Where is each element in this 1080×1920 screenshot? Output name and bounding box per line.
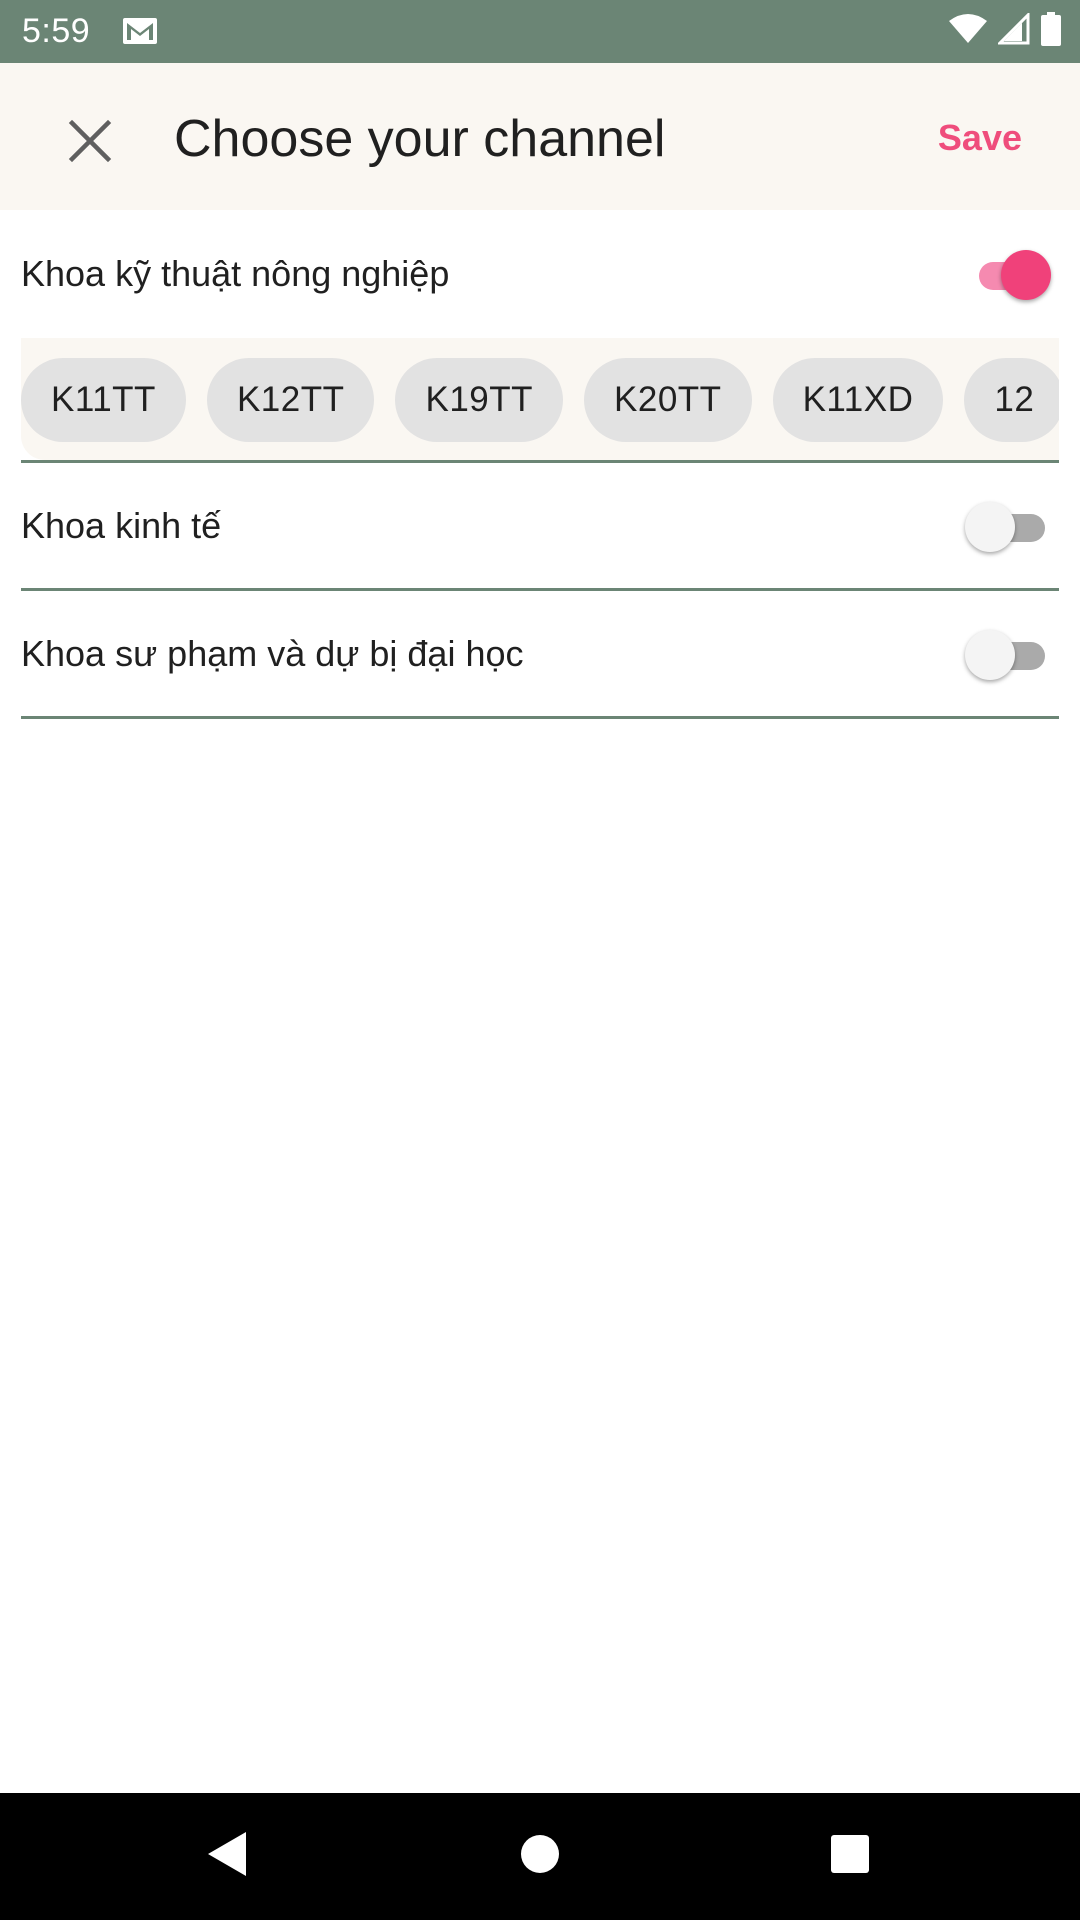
save-button[interactable]: Save [938,113,1022,163]
toggle-thumb [965,501,1015,552]
class-chip[interactable]: K12TT [206,358,375,442]
class-chip[interactable]: 12 [964,358,1059,442]
back-button[interactable] [186,1816,266,1896]
section-label: Khoa sư phạm và dự bị đại học [21,632,524,674]
section-header: Khoa sư phạm và dự bị đại học [21,591,1059,716]
recents-button[interactable] [810,1816,890,1896]
section-label: Khoa kinh tế [21,504,222,546]
toggle-thumb [965,629,1015,680]
section-toggle[interactable] [965,626,1051,682]
back-icon [204,1830,248,1883]
status-bar: 5:59 [0,0,1080,63]
class-chip[interactable]: K11XD [772,358,944,442]
class-chip[interactable]: K20TT [584,358,752,442]
section-toggle[interactable] [965,498,1051,554]
app-bar: Choose your channel Save [0,63,1080,210]
status-icons [948,10,1062,51]
channel-section-su-pham: Khoa sư phạm và dự bị đại học [21,591,1059,719]
channel-list: Khoa kỹ thuật nông nghiệp K11TT K12TT K1… [21,210,1059,719]
status-time: 5:59 [22,12,91,50]
section-header: Khoa kỹ thuật nông nghiệp [21,210,1059,338]
battery-icon [1040,11,1062,51]
gmail-icon [122,16,158,46]
wifi-icon [948,13,988,50]
channel-section-ky-thuat-nong-nghiep: Khoa kỹ thuật nông nghiệp K11TT K12TT K1… [21,210,1059,463]
home-button[interactable] [500,1816,580,1896]
close-button[interactable] [50,103,130,183]
class-chip[interactable]: K19TT [395,358,564,442]
page-title: Choose your channel [174,110,666,168]
home-icon [520,1834,560,1879]
section-label: Khoa kỹ thuật nông nghiệp [21,253,450,294]
channel-section-kinh-te: Khoa kinh tế [21,463,1059,591]
navigation-bar [0,1793,1080,1920]
recents-icon [830,1834,870,1879]
section-toggle[interactable] [965,246,1051,302]
toggle-thumb [1001,250,1051,300]
close-icon [68,119,112,168]
section-header: Khoa kinh tế [21,463,1059,588]
class-chip[interactable]: K11TT [21,358,186,442]
chip-row: K11TT K12TT K19TT K20TT K11XD 12 [21,358,1059,442]
class-chip-strip[interactable]: K11TT K12TT K19TT K20TT K11XD 12 [21,338,1059,460]
cell-signal-icon [996,10,1030,50]
